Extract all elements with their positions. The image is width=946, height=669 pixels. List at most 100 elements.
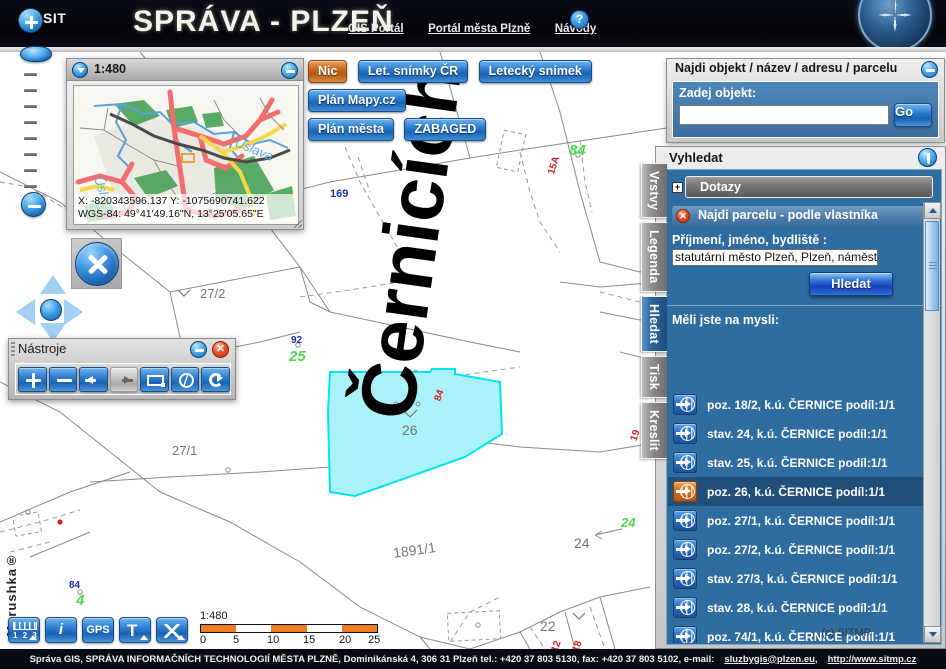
zoom-tick <box>24 89 37 92</box>
overview-titlebar[interactable]: 1:480 <box>67 59 303 81</box>
layer-button-mapy-cz[interactable]: Plán Mapy.cz <box>308 89 406 112</box>
goto-parcel-icon[interactable] <box>673 539 697 560</box>
back-tool[interactable] <box>79 366 108 392</box>
overview-map-window[interactable]: 1:480 Úslava X: -820343596.137 Y: -10756… <box>66 58 304 230</box>
caret-up-icon[interactable] <box>29 635 37 640</box>
help-icon[interactable]: ? <box>570 10 589 29</box>
parcel-label: 27/2 <box>200 286 226 301</box>
list-item[interactable]: poz. 27/1, k.ú. ČERNICE podíl:1/1 <box>668 506 923 535</box>
pan-up-icon[interactable] <box>40 275 66 294</box>
layer-button-city-plan[interactable]: Plán města <box>308 118 395 141</box>
overview-coordinates: X: -820343596.137 Y: -1075690741.622 WGS… <box>76 194 296 222</box>
tab-kreslit[interactable]: Kreslit <box>641 401 667 459</box>
measure-tool[interactable]: 1 2 3 <box>8 617 40 643</box>
chevron-down-circle-icon[interactable] <box>72 62 88 78</box>
goto-parcel-icon[interactable] <box>673 452 697 473</box>
nav-link-gis-portal[interactable]: GIS Portál <box>348 23 404 35</box>
active-query-row[interactable]: ✕ Najdi parcelu - podle vlastníka <box>672 206 933 226</box>
tab-vrstvy[interactable]: Vrstvy <box>641 163 667 219</box>
go-button[interactable]: Go <box>894 103 932 127</box>
goto-parcel-icon[interactable] <box>673 597 697 618</box>
list-item-label: poz. 27/2, k.ú. ČERNICE podíl:1/1 <box>707 542 896 557</box>
tab-hledat[interactable]: Hledat <box>641 295 667 352</box>
goto-parcel-icon[interactable] <box>673 481 697 502</box>
list-item[interactable]: poz. 27/2, k.ú. ČERNICE podíl:1/1 <box>668 535 923 564</box>
list-item[interactable]: stav. 28, k.ú. ČERNICE podíl:1/1 <box>668 593 923 622</box>
identify-tool[interactable] <box>170 366 200 392</box>
minimize-icon[interactable] <box>190 341 207 358</box>
tab-tisk[interactable]: Tisk <box>641 355 667 398</box>
zoom-slider-handle[interactable] <box>20 46 52 62</box>
close-circle-icon[interactable]: ✕ <box>676 209 690 223</box>
pan-left-icon[interactable] <box>16 299 35 325</box>
zoom-in-tool[interactable] <box>18 366 47 392</box>
footer-email-link[interactable]: sluzbygis@plzen.eu, <box>724 654 817 665</box>
layer-button-aerial-cr[interactable]: Let. snímky ČR <box>357 60 469 83</box>
move-tool[interactable] <box>156 617 188 643</box>
text-tool[interactable]: T <box>119 617 151 643</box>
overview-map-canvas[interactable]: Úslava Úslava X: -820343596.137 Y: -1075… <box>73 85 299 225</box>
tab-label: Kreslit <box>647 409 661 451</box>
close-circle-icon <box>74 241 119 286</box>
find-object-titlebar[interactable]: Najdi objekt / název / adresu / parcelu <box>667 59 944 80</box>
pan-center-icon[interactable] <box>40 299 62 321</box>
search-results-list[interactable]: poz. 18/2, k.ú. ČERNICE podíl:1/1 stav. … <box>668 390 923 643</box>
zoom-out-button[interactable] <box>21 192 46 217</box>
caret-up-icon[interactable] <box>140 635 148 640</box>
search-panel-titlebar[interactable]: Vyhledat <box>656 147 945 169</box>
layer-button-zabaged[interactable]: ZABAGED <box>404 118 487 141</box>
cancel-operation-button[interactable] <box>71 238 122 289</box>
drag-grip-icon[interactable] <box>11 342 15 357</box>
minimize-icon[interactable] <box>918 148 937 167</box>
layer-button-nic[interactable]: Nic <box>308 60 348 83</box>
tools-titlebar[interactable]: Nástroje ✕ <box>9 339 235 361</box>
chevron-up-icon[interactable] <box>924 202 941 219</box>
scrollbar-thumb[interactable] <box>925 221 939 311</box>
panel-tabs: Vrstvy Legenda Hledat Tisk Kreslit <box>641 163 667 463</box>
nav-link-city-portal[interactable]: Portál města Plzně <box>428 23 530 35</box>
results-scrollbar[interactable] <box>923 202 941 643</box>
tab-legenda[interactable]: Legenda <box>641 222 667 292</box>
goto-parcel-icon[interactable] <box>673 568 697 589</box>
find-object-input[interactable] <box>679 105 889 125</box>
footer-website-link[interactable]: http://www.sitmp.cz <box>828 654 917 665</box>
minus-icon <box>56 378 72 382</box>
compass-sweep <box>876 0 946 47</box>
rectangle-select-tool[interactable] <box>140 366 169 392</box>
chevron-down-icon[interactable] <box>924 626 941 643</box>
goto-parcel-icon[interactable] <box>673 510 697 531</box>
pan-right-icon[interactable] <box>64 299 83 325</box>
zoom-in-button[interactable] <box>18 8 43 33</box>
refresh-tool[interactable] <box>201 366 231 392</box>
list-item[interactable]: stav. 25, k.ú. ČERNICE podíl:1/1 <box>668 448 923 477</box>
tools-window-title: Nástroje <box>18 341 67 356</box>
goto-parcel-icon[interactable] <box>673 626 697 643</box>
close-icon[interactable]: ✕ <box>212 341 229 358</box>
queries-group-header[interactable]: + Dotazy <box>672 176 933 198</box>
list-item[interactable]: poz. 74/1, k.ú. ČERNICE podíl:1/1 <box>668 622 923 643</box>
list-item[interactable]: stav. 24, k.ú. ČERNICE podíl:1/1 <box>668 419 923 448</box>
list-item[interactable]: poz. 18/2, k.ú. ČERNICE podíl:1/1 <box>668 390 923 419</box>
minimize-icon[interactable] <box>281 62 298 79</box>
list-item[interactable]: stav. 27/3, k.ú. ČERNICE podíl:1/1 <box>668 564 923 593</box>
goto-parcel-icon[interactable] <box>673 394 697 415</box>
resize-handle[interactable] <box>294 220 302 228</box>
zoom-tick <box>24 137 37 140</box>
plus-box-icon[interactable]: + <box>672 182 683 193</box>
scale-tick: 15 <box>303 634 316 646</box>
parcel-label: 27/1 <box>172 443 198 458</box>
tab-label: Legenda <box>647 230 661 284</box>
owner-input[interactable]: statutární město Plzeň, Plzeň, náměstí <box>672 249 878 266</box>
caret-up-icon[interactable] <box>177 635 185 640</box>
zoom-tick <box>24 105 37 108</box>
zoom-slider-control[interactable] <box>18 8 52 233</box>
goto-parcel-icon[interactable] <box>673 423 697 444</box>
info-tool[interactable]: i <box>45 617 77 643</box>
minimize-icon[interactable] <box>921 61 938 78</box>
list-item-selected[interactable]: poz. 26, k.ú. ČERNICE podíl:1/1 <box>668 477 923 506</box>
layer-button-aerial[interactable]: Letecký snímek <box>478 60 592 83</box>
search-submit-button[interactable]: Hledat <box>809 272 893 296</box>
zoom-out-tool[interactable] <box>48 366 78 392</box>
tools-window[interactable]: Nástroje ✕ <box>8 338 236 400</box>
gps-tool[interactable]: GPS <box>82 617 114 643</box>
